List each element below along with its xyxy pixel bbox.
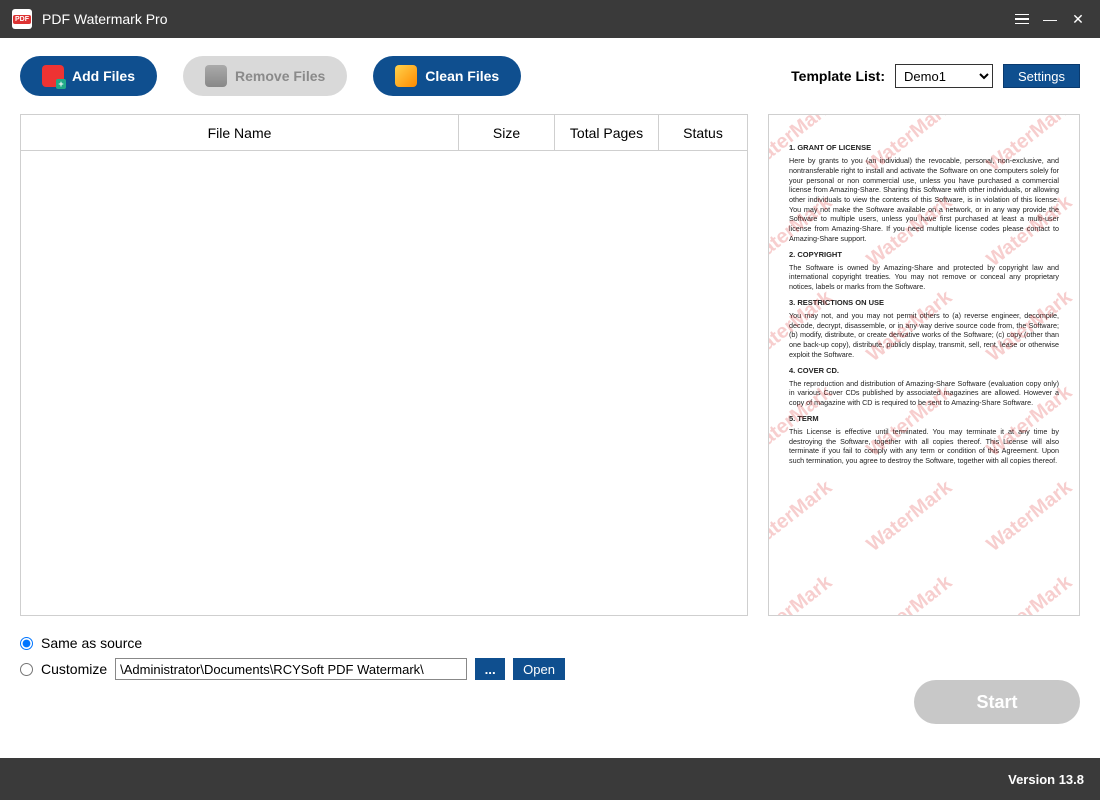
title-bar: PDF Watermark Pro — ✕ bbox=[0, 0, 1100, 38]
output-path-input[interactable] bbox=[115, 658, 467, 680]
clean-icon bbox=[395, 65, 417, 87]
preview-pane: 1. GRANT OF LICENSE Here by grants to yo… bbox=[768, 114, 1080, 616]
remove-files-button[interactable]: Remove Files bbox=[183, 56, 347, 96]
version-label: Version 13.8 bbox=[1008, 772, 1084, 787]
add-file-icon bbox=[42, 65, 64, 87]
col-header-status[interactable]: Status bbox=[659, 115, 747, 150]
clean-files-label: Clean Files bbox=[425, 68, 499, 84]
preview-page: 1. GRANT OF LICENSE Here by grants to yo… bbox=[775, 121, 1073, 609]
same-as-source-label: Same as source bbox=[41, 635, 142, 651]
open-button[interactable]: Open bbox=[513, 658, 565, 680]
same-as-source-radio[interactable] bbox=[20, 637, 33, 650]
customize-label: Customize bbox=[41, 661, 107, 677]
minimize-icon[interactable]: — bbox=[1036, 5, 1064, 33]
status-bar: Version 13.8 bbox=[0, 758, 1100, 800]
start-button[interactable]: Start bbox=[914, 680, 1080, 724]
add-files-label: Add Files bbox=[72, 68, 135, 84]
col-header-pages[interactable]: Total Pages bbox=[555, 115, 659, 150]
add-files-button[interactable]: Add Files bbox=[20, 56, 157, 96]
hamburger-menu-icon[interactable] bbox=[1008, 5, 1036, 33]
template-list-label: Template List: bbox=[791, 68, 885, 84]
remove-files-label: Remove Files bbox=[235, 68, 325, 84]
browse-button[interactable]: ... bbox=[475, 658, 505, 680]
col-header-size[interactable]: Size bbox=[459, 115, 555, 150]
template-select[interactable]: Demo1 bbox=[895, 64, 993, 88]
output-panel: Same as source Customize ... Open bbox=[20, 630, 1080, 682]
col-header-filename[interactable]: File Name bbox=[21, 115, 459, 150]
app-title: PDF Watermark Pro bbox=[42, 11, 168, 27]
customize-radio[interactable] bbox=[20, 663, 33, 676]
app-icon bbox=[12, 9, 32, 29]
clean-files-button[interactable]: Clean Files bbox=[373, 56, 521, 96]
settings-button[interactable]: Settings bbox=[1003, 64, 1080, 88]
trash-icon bbox=[205, 65, 227, 87]
toolbar: Add Files Remove Files Clean Files Templ… bbox=[20, 56, 1080, 96]
close-icon[interactable]: ✕ bbox=[1064, 5, 1092, 33]
file-table: File Name Size Total Pages Status bbox=[20, 114, 748, 616]
